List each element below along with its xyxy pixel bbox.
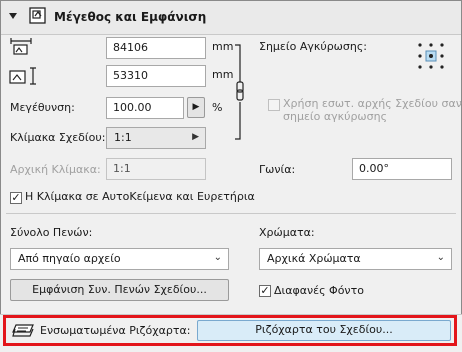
colors-label: Χρώματα: bbox=[259, 226, 315, 239]
show-pen-set-button[interactable]: Εμφάνιση Συν. Πενών Σχεδίου... bbox=[10, 279, 229, 301]
angle-label: Γωνία: bbox=[259, 163, 296, 176]
collapse-arrow-icon[interactable] bbox=[9, 13, 17, 19]
width-unit: mm bbox=[212, 40, 234, 53]
use-origin-label-line2: σημείο αγκύρωσης bbox=[283, 110, 388, 123]
original-scale-label: Αρχική Κλίμακα: bbox=[10, 163, 101, 176]
chevron-down-icon: ⌄ bbox=[436, 252, 445, 263]
drawing-scale-value: 1:1 bbox=[114, 131, 132, 144]
drawing-scale-label: Κλίμακα Σχεδίου: bbox=[10, 131, 106, 144]
anchor-label: Σημείο Αγκύρωσης: bbox=[259, 40, 367, 53]
chevron-down-icon: ⌄ bbox=[213, 252, 222, 263]
use-origin-checkbox[interactable] bbox=[268, 99, 280, 111]
drawing-scale-select[interactable]: 1:1 ▶ bbox=[106, 127, 206, 149]
height-input[interactable]: 53310 bbox=[106, 65, 206, 87]
overrides-label: Ενσωματωμένα Ριζόχαρτα: bbox=[40, 324, 191, 337]
colors-select[interactable]: Αρχικά Χρώματα ⌄ bbox=[259, 248, 452, 270]
transparent-background-checkbox[interactable]: ✓ bbox=[259, 285, 271, 297]
angle-input[interactable]: 0.00° bbox=[352, 158, 452, 180]
width-icon bbox=[9, 37, 33, 55]
pen-set-label: Σύνολο Πενών: bbox=[10, 226, 93, 239]
colors-value: Αρχικά Χρώματα bbox=[267, 252, 361, 265]
width-input[interactable]: 84106 bbox=[106, 37, 206, 59]
divider bbox=[6, 213, 456, 214]
scale-text-checkbox[interactable]: ✓ bbox=[10, 192, 22, 204]
magnification-unit: % bbox=[212, 101, 223, 114]
original-scale-field: 1:1 bbox=[106, 158, 206, 180]
panel-title: Μέγεθος και Εμφάνιση bbox=[54, 10, 207, 24]
transparent-background-label: Διαφανές Φόντο bbox=[274, 284, 364, 297]
anchor-point-grid[interactable] bbox=[418, 43, 444, 69]
overrides-button[interactable]: Ριζόχαρτα του Σχεδίου... bbox=[197, 320, 451, 341]
magnification-label: Μεγέθυνση: bbox=[10, 101, 75, 114]
use-origin-label-line1: Χρήση εσωτ. αρχής Σχεδίου σαν bbox=[283, 97, 462, 110]
layers-icon bbox=[12, 323, 36, 339]
triangle-right-icon: ▶ bbox=[192, 132, 199, 142]
magnification-arrow-button[interactable]: ▶ bbox=[187, 97, 205, 118]
size-appearance-icon bbox=[29, 7, 47, 25]
proportion-link-icon[interactable] bbox=[234, 44, 246, 140]
magnification-input[interactable]: 100.00 bbox=[106, 97, 184, 119]
pen-set-select[interactable]: Από πηγαίο αρχείο ⌄ bbox=[10, 248, 229, 270]
height-icon bbox=[9, 65, 39, 85]
height-unit: mm bbox=[212, 68, 234, 81]
scale-text-label: Η Κλίμακα σε ΑυτοΚείμενα και Ευρετήρια bbox=[25, 190, 255, 203]
pen-set-value: Από πηγαίο αρχείο bbox=[18, 252, 121, 265]
